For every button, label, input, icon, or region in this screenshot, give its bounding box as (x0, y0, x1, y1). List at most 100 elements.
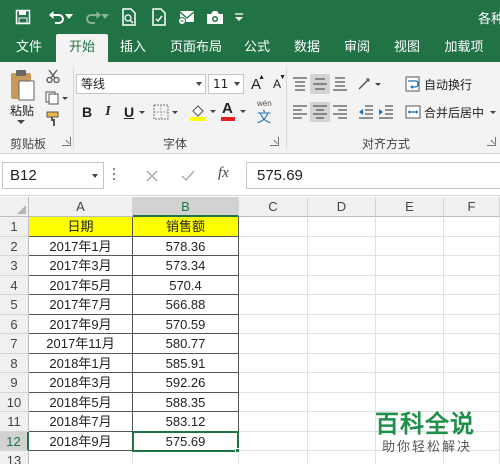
empty-cell[interactable] (308, 412, 376, 432)
merge-center-button[interactable]: 合并后居中 (424, 104, 484, 121)
column-header-a[interactable]: A (29, 197, 133, 217)
date-cell[interactable]: 2018年1月 (29, 353, 133, 373)
empty-cell[interactable] (239, 334, 308, 354)
column-header-f[interactable]: F (444, 197, 500, 217)
empty-cell[interactable] (308, 431, 376, 451)
empty-cell[interactable] (444, 314, 500, 334)
empty-cell[interactable] (444, 275, 500, 295)
undo-dropdown-icon[interactable] (64, 6, 74, 28)
email-icon[interactable] (176, 6, 198, 28)
enter-icon[interactable] (178, 166, 198, 186)
decrease-indent-icon[interactable] (356, 102, 376, 122)
sales-cell[interactable]: 573.34 (133, 256, 239, 276)
align-right-icon[interactable] (330, 102, 350, 122)
sales-cell[interactable]: 570.4 (133, 275, 239, 295)
empty-cell[interactable] (444, 373, 500, 393)
empty-cell[interactable] (239, 236, 308, 256)
orientation-icon[interactable] (356, 74, 384, 94)
insert-function-button[interactable]: fx (218, 165, 229, 182)
date-cell[interactable]: 2017年7月 (29, 295, 133, 315)
cut-icon[interactable] (44, 68, 62, 84)
empty-cell[interactable] (308, 314, 376, 334)
tab-addins[interactable]: 加载项 (436, 34, 492, 62)
formula-input[interactable]: 575.69 (246, 162, 500, 189)
empty-cell[interactable] (444, 353, 500, 373)
empty-cell[interactable] (376, 217, 444, 237)
select-all-button[interactable] (0, 197, 29, 217)
date-cell[interactable]: 2017年3月 (29, 256, 133, 276)
column-header-d[interactable]: D (308, 197, 376, 217)
alignment-launcher-icon[interactable] (487, 137, 496, 146)
fill-color-button[interactable] (188, 102, 218, 122)
align-top-icon[interactable] (290, 74, 310, 94)
paste-icon[interactable] (6, 68, 38, 104)
empty-cell[interactable] (308, 256, 376, 276)
empty-cell[interactable] (308, 451, 376, 464)
row-header-13[interactable]: 13 (0, 451, 29, 464)
quick-print-icon[interactable] (148, 6, 170, 28)
merge-center-icon[interactable] (404, 102, 422, 122)
row-header-9[interactable]: 9 (0, 373, 29, 393)
row-header-4[interactable]: 4 (0, 275, 29, 295)
empty-cell[interactable] (239, 353, 308, 373)
empty-cell[interactable] (239, 295, 308, 315)
empty-cell[interactable] (376, 256, 444, 276)
italic-button[interactable]: I (99, 102, 117, 122)
align-bottom-icon[interactable] (330, 74, 350, 94)
row-header-1[interactable]: 1 (0, 217, 29, 237)
empty-cell[interactable] (308, 373, 376, 393)
phonetic-guide-button[interactable]: wén 文 (254, 99, 282, 126)
empty-cell[interactable] (376, 275, 444, 295)
paste-dropdown-icon[interactable] (16, 118, 26, 126)
empty-cell[interactable] (239, 412, 308, 432)
row-header-7[interactable]: 7 (0, 334, 29, 354)
empty-cell[interactable] (444, 217, 500, 237)
sales-cell[interactable]: 585.91 (133, 353, 239, 373)
sales-cell[interactable]: 588.35 (133, 392, 239, 412)
column-header-b[interactable]: B (133, 197, 239, 217)
empty-cell[interactable] (308, 334, 376, 354)
sales-cell[interactable]: 578.36 (133, 236, 239, 256)
align-center-icon[interactable] (310, 102, 330, 122)
empty-cell[interactable] (133, 451, 239, 464)
row-header-5[interactable]: 5 (0, 295, 29, 315)
tab-review[interactable]: 审阅 (336, 34, 378, 62)
align-middle-icon[interactable] (310, 74, 330, 94)
shrink-font-button[interactable]: A ▼ (268, 74, 286, 94)
empty-cell[interactable] (29, 451, 133, 464)
increase-indent-icon[interactable] (376, 102, 396, 122)
date-cell[interactable]: 2017年9月 (29, 314, 133, 334)
empty-cell[interactable] (308, 392, 376, 412)
fill-handle[interactable] (235, 448, 240, 453)
underline-button[interactable]: U (120, 102, 138, 122)
empty-cell[interactable] (376, 314, 444, 334)
bold-button[interactable]: B (78, 102, 96, 122)
sales-cell[interactable]: 575.69 (133, 431, 239, 451)
print-preview-icon[interactable] (118, 6, 140, 28)
date-cell[interactable]: 2018年9月 (29, 431, 133, 451)
empty-cell[interactable] (376, 236, 444, 256)
empty-cell[interactable] (376, 334, 444, 354)
empty-cell[interactable] (239, 314, 308, 334)
borders-button[interactable] (152, 102, 180, 122)
empty-cell[interactable] (376, 353, 444, 373)
name-box[interactable]: B12 (2, 162, 104, 189)
empty-cell[interactable] (239, 451, 308, 464)
camera-icon[interactable] (204, 6, 226, 28)
font-size-select[interactable]: 11 (208, 74, 244, 94)
empty-cell[interactable] (239, 431, 308, 451)
sales-cell[interactable]: 570.59 (133, 314, 239, 334)
date-cell[interactable]: 2017年1月 (29, 236, 133, 256)
row-header-8[interactable]: 8 (0, 353, 29, 373)
empty-cell[interactable] (239, 256, 308, 276)
row-header-11[interactable]: 11 (0, 412, 29, 432)
date-cell[interactable]: 2017年11月 (29, 334, 133, 354)
wrap-text-icon[interactable] (404, 74, 422, 94)
date-cell[interactable]: 2018年7月 (29, 412, 133, 432)
row-header-2[interactable]: 2 (0, 236, 29, 256)
empty-cell[interactable] (239, 392, 308, 412)
date-cell[interactable]: 2018年5月 (29, 392, 133, 412)
header-cell[interactable]: 销售额 (133, 217, 239, 237)
tab-view[interactable]: 视图 (386, 34, 428, 62)
empty-cell[interactable] (444, 334, 500, 354)
